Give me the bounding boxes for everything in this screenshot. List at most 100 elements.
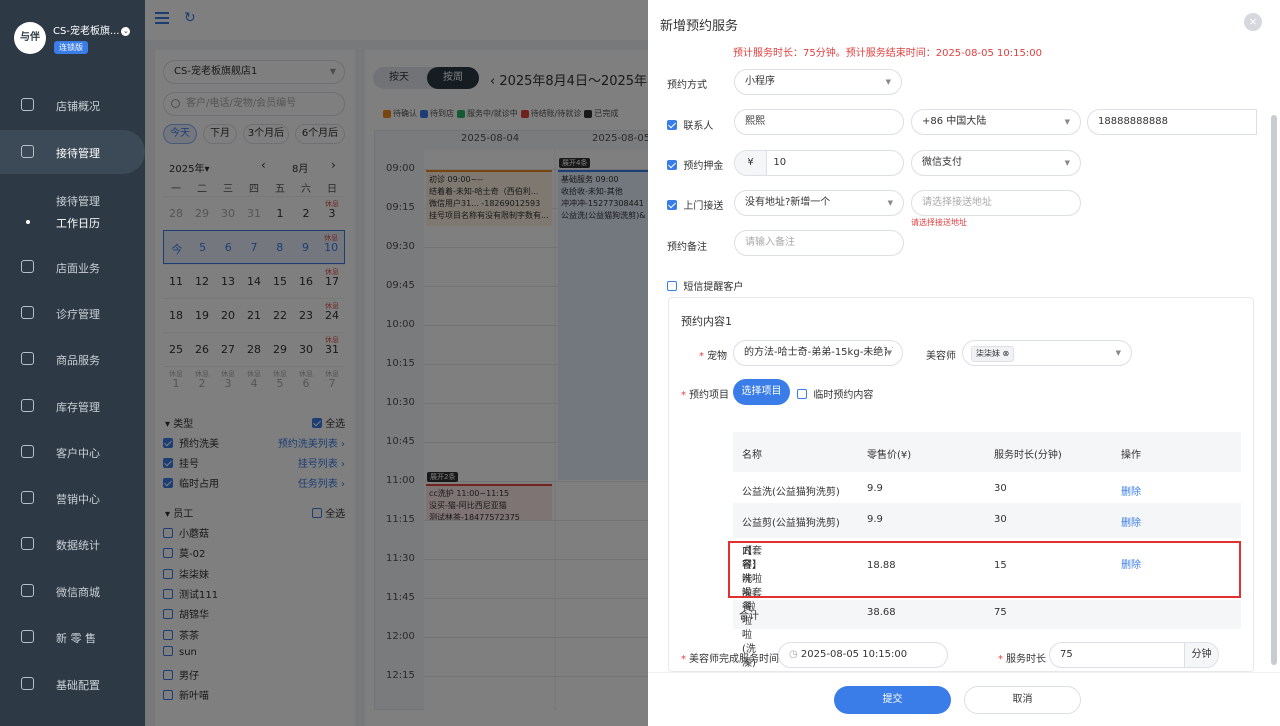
pet-label: * 宠物: [699, 351, 727, 362]
content-title: 预约内容1: [681, 315, 732, 328]
pay-method-select[interactable]: 微信支付 ▼: [911, 150, 1081, 176]
menu-item-label: 接待管理: [56, 147, 100, 160]
menu-icon: [21, 630, 34, 643]
submit-button[interactable]: 提交: [834, 686, 951, 714]
submenu-work-calendar[interactable]: 工作日历: [56, 215, 100, 231]
modal-overlay[interactable]: [145, 0, 648, 726]
cancel-button[interactable]: 取消: [964, 686, 1081, 714]
groomer-tag[interactable]: 柒柒妹 ⊗: [971, 346, 1015, 362]
menu-icon: [21, 537, 34, 550]
pickup-select[interactable]: 没有地址?新增一个 ▼: [734, 190, 904, 216]
groomer-select[interactable]: 柒柒妹 ⊗ ▼: [962, 340, 1132, 366]
choose-project-button[interactable]: 选择项目: [733, 379, 790, 405]
project-label: * 预约项目: [681, 390, 729, 401]
chevron-down-icon: ▼: [1064, 159, 1070, 167]
contact-checkbox[interactable]: 联系人: [667, 117, 713, 132]
menu-item-label: 新 零 售: [56, 632, 96, 645]
finish-time-label: * 美容师完成服务时间: [681, 654, 779, 665]
menu-icon: [21, 306, 34, 319]
menu-item-label: 微信商城: [56, 586, 100, 599]
drawer-title: 新增预约服务: [660, 19, 739, 34]
remark-label: 预约备注: [667, 242, 707, 253]
menu-icon: [21, 98, 34, 111]
close-icon[interactable]: ×: [1244, 13, 1262, 31]
menu-item[interactable]: 店铺概况: [0, 83, 145, 127]
close-icon[interactable]: ⊗: [1003, 349, 1010, 358]
menu-icon: [21, 145, 34, 158]
active-dot: [26, 220, 30, 224]
menu-item-label: 基础配置: [56, 679, 100, 692]
duration-warning: 预计服务时长：75分钟。预计服务结束时间：2025-08-05 10:15:00: [733, 48, 1042, 59]
menu-icon: [21, 445, 34, 458]
menu-icon: [21, 260, 34, 273]
delete-button[interactable]: 删除: [1121, 514, 1141, 529]
method-select[interactable]: 小程序 ▼: [734, 69, 902, 95]
duration-input[interactable]: 75 分钟: [1049, 642, 1219, 668]
contact-input[interactable]: 熙熙: [734, 109, 904, 135]
duration-label: * 服务时长: [998, 654, 1046, 665]
brand-name: CS-宠老板旗...: [53, 26, 120, 37]
menu-item[interactable]: 客户中心: [0, 430, 145, 474]
menu-icon: [21, 491, 34, 504]
menu-icon: [21, 584, 34, 597]
pickup-error: 请选择接送地址: [911, 218, 967, 227]
edition-badge: 连锁版: [54, 41, 88, 54]
pickup-checkbox[interactable]: 上门接送: [667, 197, 723, 212]
brand-logo: 与伴: [14, 22, 46, 54]
phone-input[interactable]: 18888888888: [1087, 109, 1257, 135]
menu-item-label: 商品服务: [56, 354, 100, 367]
project-table: 名称 零售价(¥) 服务时长(分钟) 操作 公益洗(公益猫狗洗剪) 9.9 30…: [733, 432, 1241, 683]
pet-select[interactable]: 的方法-哈士奇-弟弟-15kg-未绝育 ▼: [733, 340, 903, 366]
duration-unit: 分钟: [1184, 643, 1218, 667]
brand[interactable]: 与伴 CS-宠老板旗... ⌄ 连锁版: [0, 0, 145, 62]
submenu-reception[interactable]: 接待管理: [56, 193, 100, 209]
temp-content-checkbox[interactable]: 临时预约内容: [797, 386, 873, 401]
menu-item[interactable]: 诊疗管理: [0, 291, 145, 335]
menu-item-label: 店面业务: [56, 262, 100, 275]
package-row-highlight: [728, 541, 1241, 598]
menu-item[interactable]: 营销中心: [0, 476, 145, 520]
groomer-label: 美容师: [926, 351, 956, 362]
menu-icon: [21, 399, 34, 412]
checkbox-icon: [797, 389, 807, 399]
chevron-down-icon: ▼: [1064, 118, 1070, 126]
menu-item[interactable]: 接待管理: [0, 130, 145, 174]
clock-icon: ◷: [789, 649, 798, 660]
chevron-down-icon: ▼: [886, 341, 892, 365]
pickup-address-input[interactable]: 请选择接送地址: [911, 190, 1081, 216]
checkbox-icon: [667, 281, 677, 291]
menu-item[interactable]: 商品服务: [0, 337, 145, 381]
menu-item[interactable]: 基础配置: [0, 662, 145, 706]
menu-item-label: 店铺概况: [56, 100, 100, 113]
deposit-input[interactable]: ¥ 10: [734, 150, 904, 176]
checkbox-icon: [667, 120, 677, 130]
menu-item[interactable]: 新 零 售: [0, 615, 145, 659]
currency-prefix: ¥: [735, 151, 767, 175]
menu-item-label: 库存管理: [56, 401, 100, 414]
menu-item[interactable]: 微信商城: [0, 569, 145, 613]
menu-item[interactable]: 库存管理: [0, 384, 145, 428]
chevron-down-icon: ▼: [885, 78, 891, 86]
chevron-down-icon: ▼: [1115, 349, 1121, 357]
finish-time-input[interactable]: ◷ 2025-08-05 10:15:00: [778, 642, 948, 668]
chevron-down-icon: ▼: [887, 199, 893, 207]
chevron-down-icon: ⌄: [121, 26, 131, 36]
menu-item[interactable]: 店面业务: [0, 245, 145, 289]
menu-icon: [21, 677, 34, 690]
menu-item-label: 客户中心: [56, 447, 100, 460]
menu-icon: [21, 352, 34, 365]
menu-item-label: 数据统计: [56, 539, 100, 552]
remark-input[interactable]: 请输入备注: [734, 230, 904, 256]
sms-checkbox[interactable]: 短信提醒客户: [667, 278, 743, 293]
menu-item[interactable]: 数据统计: [0, 522, 145, 566]
checkbox-icon: [667, 200, 677, 210]
method-label: 预约方式: [667, 80, 707, 91]
sidebar: 与伴 CS-宠老板旗... ⌄ 连锁版 店铺概况接待管理店面业务诊疗管理商品服务库…: [0, 0, 145, 726]
phone-code-select[interactable]: +86 中国大陆 ▼: [911, 109, 1081, 135]
menu-item-label: 营销中心: [56, 493, 100, 506]
drawer-scrollbar[interactable]: [1271, 115, 1277, 665]
menu-item-label: 诊疗管理: [56, 308, 100, 321]
checkbox-icon: [667, 160, 677, 170]
delete-button[interactable]: 删除: [1121, 483, 1141, 498]
deposit-checkbox[interactable]: 预约押金: [667, 157, 723, 172]
